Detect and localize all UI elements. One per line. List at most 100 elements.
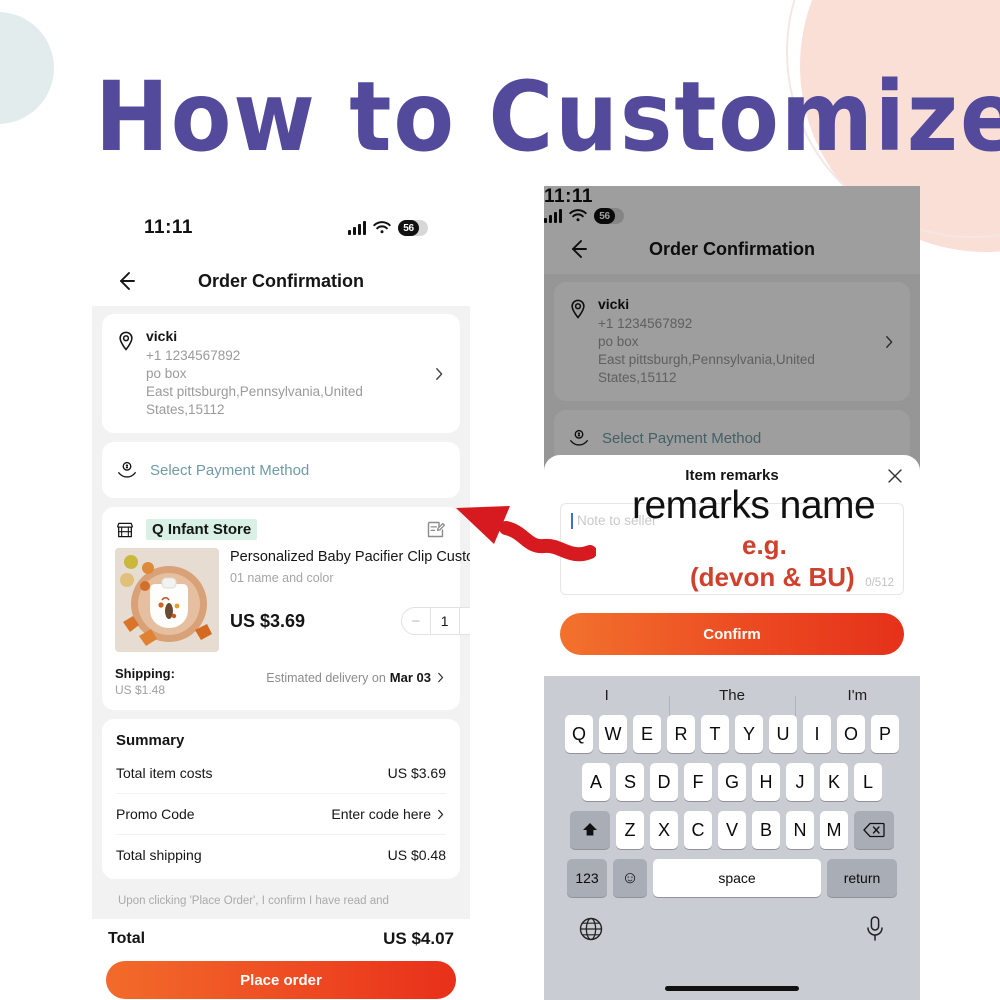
suggestion-item[interactable]: The <box>669 687 794 716</box>
keyboard-row-1: Q W E R T Y U I O P <box>544 715 920 753</box>
summary-card: Summary Total item costs US $3.69 Promo … <box>102 719 460 879</box>
battery-icon: 56 <box>398 220 428 236</box>
battery-level: 56 <box>398 220 419 236</box>
place-order-button[interactable]: Place order <box>106 961 456 999</box>
status-time: 11:11 <box>544 186 593 207</box>
chevron-right-icon <box>436 367 443 380</box>
summary-row-promo[interactable]: Promo Code Enter code here <box>116 793 446 834</box>
key-l[interactable]: L <box>854 763 882 801</box>
store-name: Q Infant Store <box>146 519 258 540</box>
return-key[interactable]: return <box>827 859 897 897</box>
shift-arrow-icon[interactable] <box>570 811 610 849</box>
product-thumbnail <box>115 548 219 652</box>
location-pin-icon <box>571 299 585 319</box>
note-to-seller-input[interactable]: Note to seller 0/512 <box>560 503 904 595</box>
modal-title: Item remarks <box>685 467 779 484</box>
back-arrow-icon[interactable] <box>566 237 590 261</box>
battery-icon: 56 <box>594 208 624 224</box>
payment-hand-coin-icon <box>570 429 588 446</box>
key-j[interactable]: J <box>786 763 814 801</box>
payment-method-label: Select Payment Method <box>150 461 310 479</box>
address-line1: po box <box>598 334 639 349</box>
keyboard-row-2: A S D F G H J K L <box>544 763 920 801</box>
back-arrow-icon[interactable] <box>114 269 138 293</box>
red-wavy-arrow <box>456 506 596 562</box>
key-h[interactable]: H <box>752 763 780 801</box>
key-r[interactable]: R <box>667 715 695 753</box>
payment-hand-coin-icon <box>118 461 136 478</box>
keyboard-bottom-bar <box>544 907 920 943</box>
right-phone-mockup: 11:11 56 Order Confirmation vicki +1 123… <box>544 186 920 1000</box>
status-time: 11:11 <box>144 217 193 238</box>
suggestion-item[interactable]: I'm <box>794 687 920 716</box>
space-key[interactable]: space <box>653 859 821 897</box>
address-card[interactable]: vicki +1 1234567892 po box East pittsbur… <box>102 314 460 433</box>
backspace-icon[interactable] <box>854 811 894 849</box>
summary-label: Total item costs <box>116 765 213 781</box>
key-o[interactable]: O <box>837 715 865 753</box>
close-x-icon[interactable] <box>886 467 904 485</box>
character-counter: 0/512 <box>865 577 894 589</box>
emoji-smiley-icon[interactable]: ☺ <box>613 859 647 897</box>
location-pin-icon <box>119 331 133 351</box>
key-k[interactable]: K <box>820 763 848 801</box>
chevron-right-icon <box>438 809 444 819</box>
address-card[interactable]: vicki +1 1234567892 po box East pittsbur… <box>554 282 910 401</box>
key-v[interactable]: V <box>718 811 746 849</box>
key-d[interactable]: D <box>650 763 678 801</box>
left-phone-mockup: 11:11 56 Order Confirmation vicki +1 123… <box>92 200 470 1000</box>
microphone-icon[interactable] <box>864 915 886 943</box>
shipping-row[interactable]: Shipping: US $1.48 Estimated delivery on… <box>102 658 460 710</box>
key-u[interactable]: U <box>769 715 797 753</box>
total-bar: Total US $4.07 <box>92 919 470 955</box>
summary-row: Total item costs US $3.69 <box>116 753 446 793</box>
payment-method-row[interactable]: Select Payment Method <box>102 442 460 498</box>
quantity-plus-button[interactable]: + <box>460 613 470 630</box>
suggestion-item[interactable]: I <box>544 687 669 704</box>
delivery-prefix: Estimated delivery on <box>266 670 386 685</box>
keyboard-row-3: Z X C V B N M <box>544 811 920 849</box>
store-header[interactable]: Q Infant Store <box>102 507 460 548</box>
key-f[interactable]: F <box>684 763 712 801</box>
nav-title: Order Confirmation <box>648 238 815 259</box>
numbers-key[interactable]: 123 <box>567 859 607 897</box>
key-g[interactable]: G <box>718 763 746 801</box>
key-p[interactable]: P <box>871 715 899 753</box>
summary-label: Promo Code <box>116 806 195 822</box>
key-m[interactable]: M <box>820 811 848 849</box>
confirm-button[interactable]: Confirm <box>560 613 904 655</box>
key-z[interactable]: Z <box>616 811 644 849</box>
summary-heading: Summary <box>116 732 185 749</box>
key-b[interactable]: B <box>752 811 780 849</box>
key-a[interactable]: A <box>582 763 610 801</box>
quantity-value: 1 <box>429 608 460 634</box>
status-bar: 11:11 56 <box>544 186 920 224</box>
chevron-right-icon <box>438 672 444 683</box>
key-y[interactable]: Y <box>735 715 763 753</box>
quantity-stepper[interactable]: − 1 + <box>400 607 470 635</box>
store-card: Q Infant Store Personalized Baby Pacifie… <box>102 507 470 710</box>
globe-icon[interactable] <box>578 916 604 942</box>
address-phone: +1 1234567892 <box>598 316 693 331</box>
product-row[interactable]: Personalized Baby Pacifier Clip Custo… 0… <box>102 548 470 658</box>
key-e[interactable]: E <box>633 715 661 753</box>
key-s[interactable]: S <box>616 763 644 801</box>
mint-circle-decoration <box>0 12 54 124</box>
poster-canvas: How to Customize 11:11 56 Order Confirma… <box>0 0 1000 1000</box>
key-c[interactable]: C <box>684 811 712 849</box>
nav-bar: Order Confirmation <box>544 224 920 274</box>
product-price: US $3.69 <box>230 610 306 631</box>
total-label: Total <box>108 930 146 947</box>
quantity-minus-button[interactable]: − <box>402 613 430 630</box>
address-name: vicki <box>146 328 178 344</box>
edit-note-icon[interactable] <box>425 519 446 540</box>
key-n[interactable]: N <box>786 811 814 849</box>
signal-bars-icon <box>544 209 562 223</box>
key-q[interactable]: Q <box>565 715 593 753</box>
key-i[interactable]: I <box>803 715 831 753</box>
keyboard-row-4: 123 ☺ space return <box>544 859 920 897</box>
address-name: vicki <box>598 296 630 312</box>
key-t[interactable]: T <box>701 715 729 753</box>
key-w[interactable]: W <box>599 715 627 753</box>
key-x[interactable]: X <box>650 811 678 849</box>
